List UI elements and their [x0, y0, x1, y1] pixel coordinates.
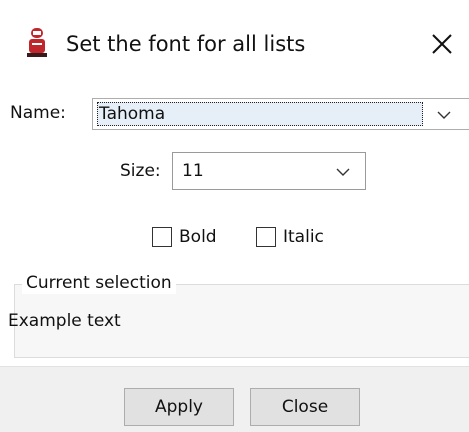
example-text-preview: Example text	[8, 311, 121, 331]
close-button[interactable]: Close	[250, 388, 360, 426]
current-selection-title: Current selection	[22, 272, 176, 294]
font-size-dropdown[interactable]: 11	[172, 152, 366, 190]
font-size-selected-value: 11	[182, 161, 204, 181]
dialog-footer	[0, 366, 469, 432]
chevron-down-icon[interactable]	[335, 164, 351, 180]
italic-checkbox[interactable]: Italic	[256, 225, 324, 249]
italic-checkbox-box[interactable]	[256, 227, 276, 247]
bold-checkbox-label[interactable]: Bold	[179, 226, 217, 248]
apply-button[interactable]: Apply	[124, 388, 234, 426]
close-icon[interactable]	[424, 26, 460, 62]
bold-checkbox[interactable]: Bold	[152, 225, 217, 249]
chevron-down-icon[interactable]	[436, 107, 452, 123]
window-title: Set the font for all lists	[66, 32, 306, 56]
bold-checkbox-box[interactable]	[152, 227, 172, 247]
title-bar: Set the font for all lists	[0, 0, 469, 88]
font-name-label: Name:	[10, 103, 66, 123]
font-dialog-window: Set the font for all lists Name: Tahoma …	[0, 0, 469, 432]
font-name-selected-value: Tahoma	[97, 102, 423, 126]
font-name-dropdown[interactable]: Tahoma	[92, 98, 469, 130]
app-icon	[26, 26, 48, 58]
italic-checkbox-label[interactable]: Italic	[283, 226, 324, 248]
font-size-label: Size:	[120, 161, 161, 181]
